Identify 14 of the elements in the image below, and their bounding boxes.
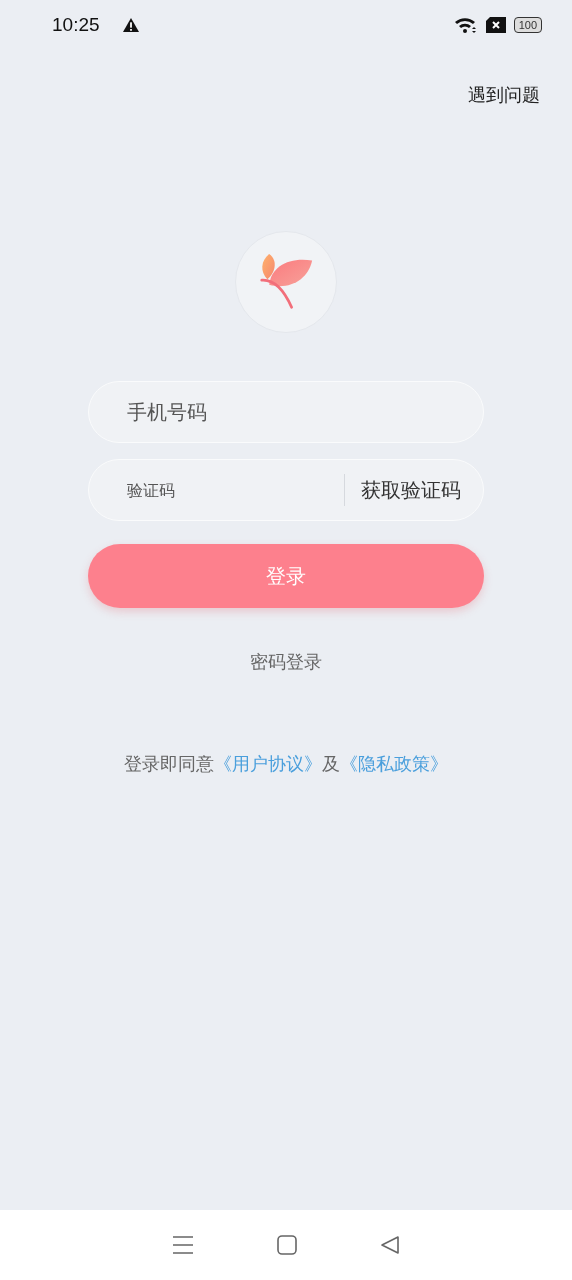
home-icon[interactable] (277, 1235, 297, 1255)
agreement-text: 登录即同意《用户协议》及《隐私政策》 (123, 752, 449, 776)
warning-icon (121, 17, 140, 33)
menu-icon[interactable] (171, 1235, 194, 1255)
code-field[interactable]: 验证码 (89, 480, 344, 500)
get-code-button[interactable]: 获取验证码 (361, 476, 461, 504)
help-link[interactable]: 遇到问题 (468, 83, 540, 107)
battery-indicator: 100 (513, 17, 542, 33)
password-login-link[interactable]: 密码登录 (250, 650, 322, 674)
back-icon[interactable] (380, 1235, 401, 1255)
phone-field[interactable]: 手机号码 (88, 381, 484, 443)
wifi-icon (453, 16, 478, 34)
clock-time: 10:25 (52, 14, 100, 36)
no-sim-icon (485, 17, 506, 33)
